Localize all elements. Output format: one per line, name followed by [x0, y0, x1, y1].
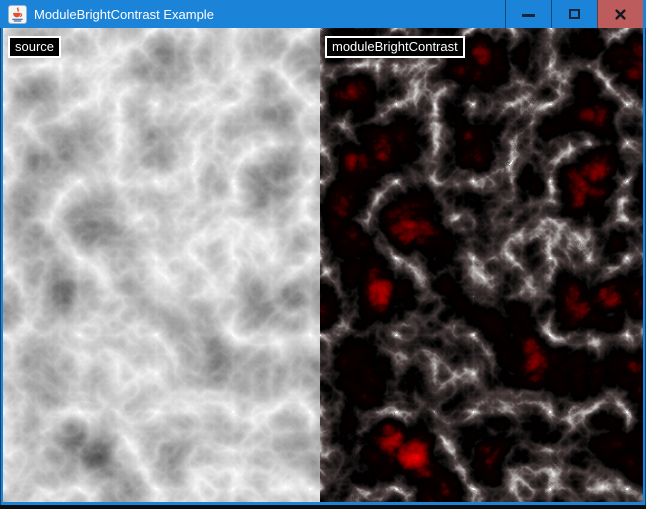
source-panel: source — [3, 28, 320, 502]
titlebar[interactable]: ModuleBrightContrast Example — [0, 0, 646, 28]
modulebrightcontrast-panel: moduleBrightContrast — [320, 28, 643, 502]
minimize-button[interactable] — [505, 0, 551, 28]
close-icon — [615, 9, 626, 20]
maximize-icon — [569, 9, 580, 19]
source-label: source — [8, 36, 61, 58]
close-button[interactable] — [597, 0, 643, 28]
image-canvas: source moduleBrightContrast — [3, 28, 643, 502]
minimize-icon — [522, 14, 535, 17]
java-coffee-cup-icon — [8, 5, 27, 24]
window-bottom-shadow — [0, 505, 646, 509]
source-image — [3, 28, 320, 502]
modulebrightcontrast-label: moduleBrightContrast — [325, 36, 465, 58]
modulebrightcontrast-image — [320, 28, 643, 502]
window-title: ModuleBrightContrast Example — [34, 7, 505, 22]
app-window: ModuleBrightContrast Example — [0, 0, 646, 509]
maximize-button[interactable] — [551, 0, 597, 28]
window-controls — [505, 0, 643, 28]
